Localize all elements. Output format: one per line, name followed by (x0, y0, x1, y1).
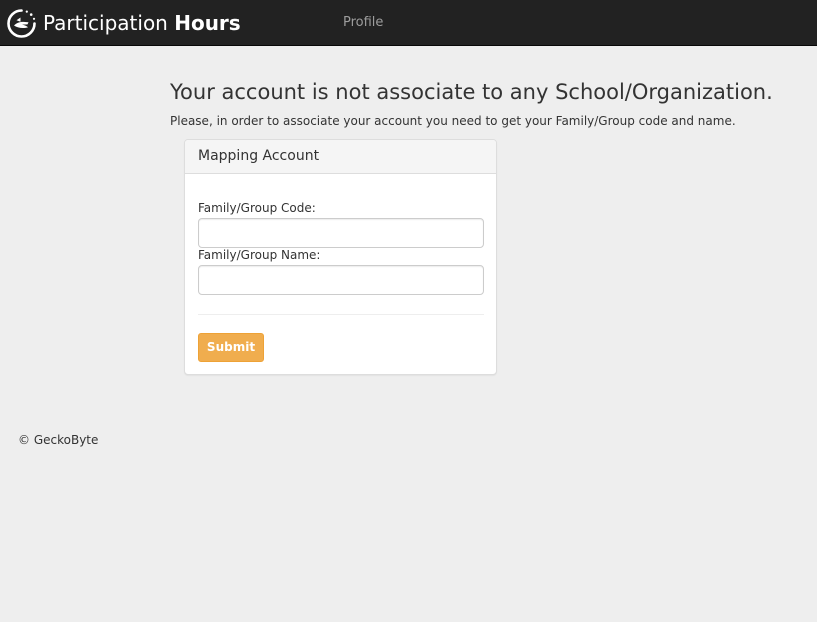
family-group-name-input[interactable] (198, 265, 484, 295)
mapping-account-panel: Mapping Account Family/Group Code: Famil… (184, 139, 497, 375)
refresh-hand-icon (7, 8, 36, 38)
submit-button[interactable]: Submit (198, 333, 264, 362)
form-divider (198, 314, 484, 315)
brand-link[interactable]: Participation Hours (5, 6, 241, 40)
page-title: Your account is not associate to any Sch… (170, 80, 773, 104)
nav-link-profile[interactable]: Profile (343, 14, 383, 31)
family-group-name-label: Family/Group Name: (198, 248, 321, 262)
footer-copyright: © GeckoByte (18, 433, 99, 447)
panel-title: Mapping Account (185, 140, 496, 174)
family-group-code-input[interactable] (198, 218, 484, 248)
brand-name-bold: Hours (174, 11, 241, 35)
family-group-code-label: Family/Group Code: (198, 201, 316, 215)
brand-name: Participation Hours (43, 6, 241, 40)
instruction-text: Please, in order to associate your accou… (170, 114, 736, 128)
brand-name-light: Participation (43, 11, 168, 35)
top-navbar: Participation Hours Profile (0, 0, 817, 46)
